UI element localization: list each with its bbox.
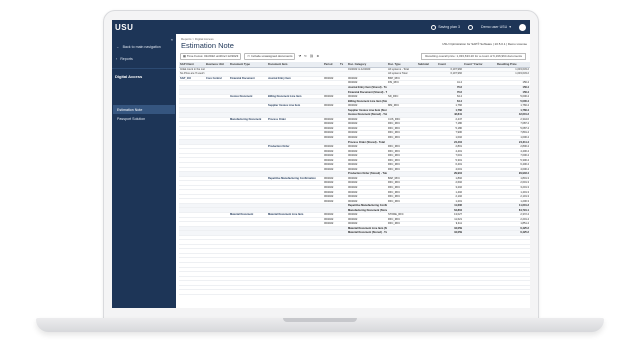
calendar-icon: ▦: [183, 54, 186, 58]
toggle-icon: ▭: [247, 54, 251, 58]
back-to-main-nav[interactable]: ← Back to main navigation: [116, 45, 161, 49]
laptop-notch: [283, 318, 357, 322]
back-label: Back to main navigation: [122, 45, 161, 49]
table-cell: [267, 289, 323, 295]
table-cell: [205, 289, 229, 295]
chevron-left-icon: ‹: [116, 57, 118, 61]
table-cell: [339, 289, 347, 295]
sidebar-item-estimation-note[interactable]: Estimation Note: [113, 105, 175, 114]
top-bar: USU Saving plan 3 Demo user USU ▾: [112, 20, 530, 34]
refresh-icon[interactable]: ↻: [304, 54, 307, 58]
settings-icon[interactable]: ⚙: [317, 54, 320, 58]
help-button[interactable]: [468, 24, 474, 30]
include-docs-toggle[interactable]: ▭ Include unassigned documents: [244, 52, 296, 60]
estimation-table: SAP Client Business Unit Document Type Docu…: [179, 62, 530, 308]
workspace-icon: [431, 24, 437, 30]
toolbar: ▦ Time Focus: 01/2022 until/incl 12/2023…: [180, 52, 526, 60]
workspace-selector[interactable]: Saving plan 3: [431, 24, 461, 30]
table-cell: [463, 289, 496, 295]
table-cell: [417, 289, 437, 295]
main-content: Reports > Digital Access Estimation Note…: [176, 34, 530, 308]
filter-icon[interactable]: ⧩: [298, 54, 301, 58]
table-cell: [323, 289, 339, 295]
help-icon: [468, 24, 474, 30]
chevron-down-icon: ▾: [509, 25, 511, 29]
include-docs-label: Include unassigned documents: [251, 54, 293, 58]
sidebar-section-title: Digital Access: [115, 74, 143, 79]
collapse-icon[interactable]: «: [171, 37, 173, 42]
user-name: Demo user USU: [481, 25, 508, 29]
table-cell: [496, 289, 530, 295]
link-icon[interactable]: ⛓: [310, 54, 314, 58]
result-summary: Resulting overall price: 1,033,633.20 fo…: [421, 52, 526, 60]
table-cell: [387, 289, 417, 295]
sidebar-item-label: Estimation Note: [117, 107, 143, 112]
divider: [112, 68, 176, 69]
arrow-left-icon: ←: [116, 45, 120, 49]
avatar[interactable]: [519, 23, 526, 31]
product-info: USU Optimization for SAP® Software | 10.…: [442, 42, 527, 46]
user-menu[interactable]: Demo user USU ▾: [481, 25, 511, 29]
time-filter-label: Time Focus: 01/2022 until/incl 12/2023: [186, 54, 239, 58]
table-cell: [347, 289, 387, 295]
table-body: Initial count in the current focus is th…: [179, 67, 530, 295]
sidebar-item-passport-solution[interactable]: Passport Solution: [113, 114, 175, 123]
sidebar: « ← Back to main navigation ‹ Reports Di…: [112, 34, 176, 308]
time-filter[interactable]: ▦ Time Focus: 01/2022 until/incl 12/2023: [180, 52, 242, 60]
table-cell: [437, 289, 463, 295]
usu-logo: USU: [115, 22, 134, 32]
reports-label: Reports: [120, 57, 133, 61]
laptop-screen: USU Saving plan 3 Demo user USU ▾ « ← Ba…: [112, 20, 530, 308]
sidebar-item-label: Passport Solution: [117, 116, 146, 121]
page-title: Estimation Note: [181, 41, 234, 50]
table-cell: [179, 289, 205, 295]
table-cell: [229, 289, 267, 295]
table-row: [179, 289, 530, 295]
workspace-label: Saving plan 3: [438, 25, 461, 29]
sidebar-item-reports[interactable]: ‹ Reports: [116, 57, 133, 61]
